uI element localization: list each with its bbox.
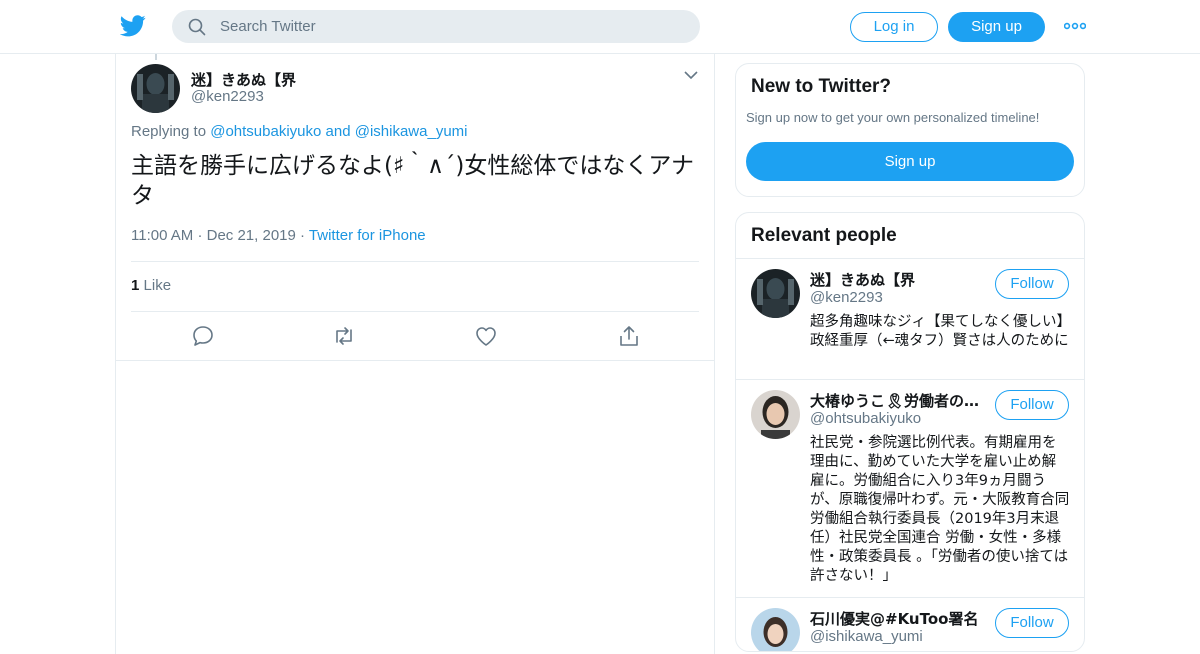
person-bio: 社民党・参院選比例代表。有期雇用を理由に、勤めていた大学を雇い止め解雇に。労働組…: [810, 435, 1070, 584]
top-navigation-bar: Log in Sign up: [0, 0, 1200, 54]
chevron-down-icon[interactable]: [684, 70, 698, 80]
person-item: 石川優実@#KuToo署名 @ishikawa_yumi Follow: [736, 597, 1084, 651]
reply-icon[interactable]: [191, 325, 215, 347]
avatar[interactable]: [751, 269, 800, 318]
search-box[interactable]: [172, 10, 700, 43]
likes-label: Like: [143, 277, 172, 294]
person-handle[interactable]: @ohtsubakiyuko: [810, 410, 921, 427]
user-handle[interactable]: @ken2293: [191, 88, 264, 105]
like-icon[interactable]: [474, 325, 498, 347]
login-button[interactable]: Log in: [850, 12, 938, 42]
person-handle[interactable]: @ishikawa_yumi: [810, 628, 923, 645]
avatar[interactable]: [751, 608, 800, 651]
relevant-people-card: Relevant people 迷】きあぬ【界 @ken2293 Follow …: [735, 212, 1085, 652]
divider: [131, 261, 699, 262]
tweet: 迷】きあぬ【界 @ken2293 Replying to @ohtsubakiy…: [116, 54, 714, 361]
follow-button[interactable]: Follow: [995, 608, 1069, 638]
replying-and: and: [325, 123, 351, 140]
person-name[interactable]: 大椿ゆうこ🎗労働者の使い捨ては許さない: [810, 390, 982, 411]
replying-prefix: Replying to: [131, 123, 207, 140]
person-name[interactable]: 石川優実@#KuToo署名: [810, 608, 982, 629]
follow-button[interactable]: Follow: [995, 269, 1069, 299]
person-handle[interactable]: @ken2293: [810, 289, 883, 306]
tweet-time[interactable]: 11:00 AM: [131, 227, 193, 244]
more-dots-icon[interactable]: [1064, 21, 1086, 31]
avatar[interactable]: [751, 390, 800, 439]
likes-count[interactable]: 1 Like: [131, 277, 171, 294]
tweet-meta: 11:00 AM · Dec 21, 2019 · Twitter for iP…: [131, 227, 426, 244]
person-item: 大椿ゆうこ🎗労働者の使い捨ては許さない @ohtsubakiyuko Follo…: [736, 379, 1084, 597]
person-item: 迷】きあぬ【界 @ken2293 Follow 超多角趣味なジィ【果てしなく優し…: [736, 258, 1084, 379]
follow-button[interactable]: Follow: [995, 390, 1069, 420]
search-input[interactable]: [220, 18, 680, 35]
search-icon: [188, 18, 206, 35]
card-title: Relevant people: [751, 225, 897, 246]
twitter-bird-icon[interactable]: [120, 14, 146, 38]
tweet-text: 主語を勝手に広げるなよ(♯｀∧´)女性総体ではなくアナタ: [131, 153, 694, 209]
retweet-icon[interactable]: [332, 325, 356, 347]
divider: [131, 311, 699, 312]
tweet-date[interactable]: Dec 21, 2019: [207, 227, 296, 244]
avatar[interactable]: [131, 64, 180, 113]
replying-user-link[interactable]: @ohtsubakiyuko: [210, 123, 321, 140]
card-subtitle: Sign up now to get your own personalized…: [746, 110, 1040, 125]
signup-button[interactable]: Sign up: [948, 12, 1045, 42]
share-icon[interactable]: [617, 325, 641, 347]
signup-button[interactable]: Sign up: [746, 142, 1074, 181]
person-bio: 超多角趣味なジィ【果てしなく優しい】政経重厚（←魂タフ）賢さは人のために: [810, 314, 1069, 349]
new-to-twitter-card: New to Twitter? Sign up now to get your …: [735, 63, 1085, 197]
person-name[interactable]: 迷】きあぬ【界: [810, 269, 982, 290]
tweet-source-link[interactable]: Twitter for iPhone: [309, 227, 426, 244]
replying-to: Replying to @ohtsubakiyuko and @ishikawa…: [131, 123, 467, 140]
likes-number: 1: [131, 277, 140, 294]
replying-user-link[interactable]: @ishikawa_yumi: [355, 123, 468, 140]
card-title: New to Twitter?: [751, 76, 892, 97]
display-name[interactable]: 迷】きあぬ【界: [191, 69, 296, 90]
tweet-column: 迷】きあぬ【界 @ken2293 Replying to @ohtsubakiy…: [115, 54, 715, 654]
